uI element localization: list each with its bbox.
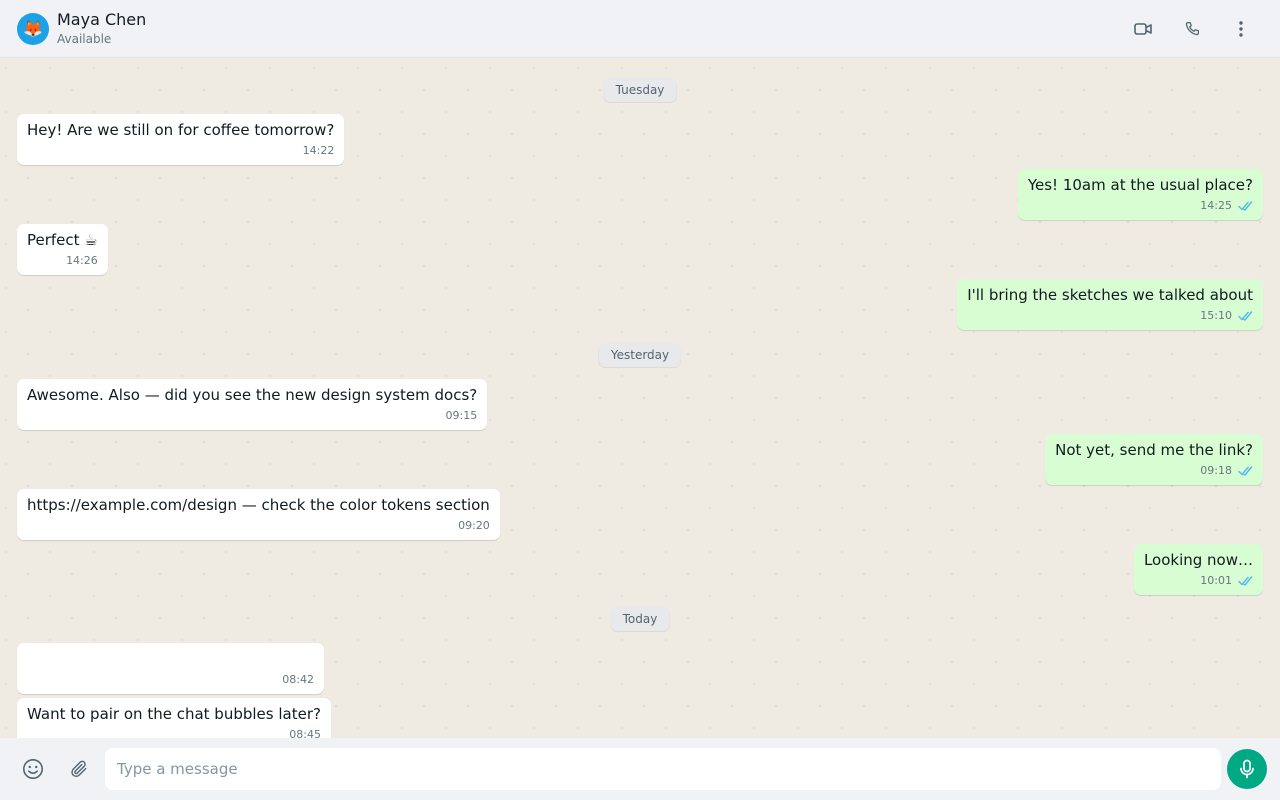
emoji-button[interactable] <box>21 757 45 781</box>
double-check-icon <box>1238 465 1253 476</box>
contact-info[interactable]: Maya Chen Available <box>57 10 146 47</box>
incoming-message[interactable]: Awesome. Also — did you see the new desi… <box>17 379 488 430</box>
double-check-icon <box>1238 575 1253 586</box>
emoji-icon <box>23 759 43 779</box>
double-check-icon <box>1238 200 1253 211</box>
incoming-message[interactable]: 08:42 <box>17 643 324 694</box>
video-call-icon <box>1134 22 1152 35</box>
outgoing-message[interactable]: Not yet, send me the link? 09:18 <box>1045 434 1263 485</box>
message-time: 08:42 <box>282 673 314 686</box>
message-list[interactable]: Tuesday Hey! Are we still on for coffee … <box>0 58 1280 738</box>
microphone-icon <box>1240 759 1254 779</box>
incoming-message[interactable]: Perfect ☕ 14:26 <box>17 224 108 275</box>
paperclip-icon <box>71 760 87 778</box>
date-separator: Tuesday <box>603 78 677 102</box>
message-composer <box>0 738 1280 800</box>
avatar[interactable]: 🦊 <box>17 12 49 45</box>
contact-status: Available <box>57 32 112 46</box>
message-text: Want to pair on the chat bubbles later? <box>27 705 321 723</box>
attach-button[interactable] <box>67 757 91 781</box>
message-text: Hey! Are we still on for coffee tomorrow… <box>27 121 335 139</box>
voice-call-button[interactable] <box>1179 16 1205 42</box>
message-time: 14:25 <box>1200 199 1232 212</box>
incoming-message[interactable]: https://example.com/design — check the c… <box>17 489 500 540</box>
header-actions <box>1130 16 1264 42</box>
message-text: Perfect ☕ <box>27 231 98 249</box>
message-time: 14:22 <box>302 144 335 157</box>
date-separator: Yesterday <box>598 343 682 367</box>
message-time: 09:20 <box>458 519 490 532</box>
message-text <box>27 650 314 669</box>
outgoing-message[interactable]: Looking now… 10:01 <box>1133 544 1263 595</box>
incoming-message[interactable]: Want to pair on the chat bubbles later? … <box>17 698 331 738</box>
message-text: I'll bring the sketches we talked about <box>967 286 1253 304</box>
chat-app: 🦊 Maya Chen Available Tuesday Hey! Are w… <box>0 0 1280 800</box>
contact-name: Maya Chen <box>57 10 147 29</box>
more-options-icon <box>1239 20 1243 37</box>
fox-avatar-icon: 🦊 <box>23 18 43 38</box>
voice-message-button[interactable] <box>1227 749 1267 789</box>
video-call-button[interactable] <box>1130 16 1156 42</box>
message-text: Not yet, send me the link? <box>1055 441 1253 459</box>
message-time: 09:18 <box>1200 464 1232 477</box>
message-text: https://example.com/design — check the c… <box>27 496 490 514</box>
message-input[interactable] <box>105 748 1221 790</box>
message-text: Yes! 10am at the usual place? <box>1027 176 1253 194</box>
message-time: 10:01 <box>1200 574 1232 587</box>
voice-call-icon <box>1185 21 1200 35</box>
chat-header: 🦊 Maya Chen Available <box>0 0 1280 58</box>
outgoing-message[interactable]: I'll bring the sketches we talked about … <box>957 279 1263 330</box>
message-text: Awesome. Also — did you see the new desi… <box>27 386 478 404</box>
message-time: 14:26 <box>66 254 98 267</box>
date-separator: Today <box>610 607 670 631</box>
outgoing-message[interactable]: Yes! 10am at the usual place? 14:25 <box>1017 169 1263 220</box>
message-time: 09:15 <box>445 409 478 422</box>
message-time: 15:10 <box>1200 309 1232 322</box>
incoming-message[interactable]: Hey! Are we still on for coffee tomorrow… <box>17 114 345 165</box>
message-time: 08:45 <box>289 728 321 738</box>
message-text: Looking now… <box>1143 551 1253 569</box>
double-check-icon <box>1238 310 1253 321</box>
more-options-button[interactable] <box>1228 16 1254 42</box>
